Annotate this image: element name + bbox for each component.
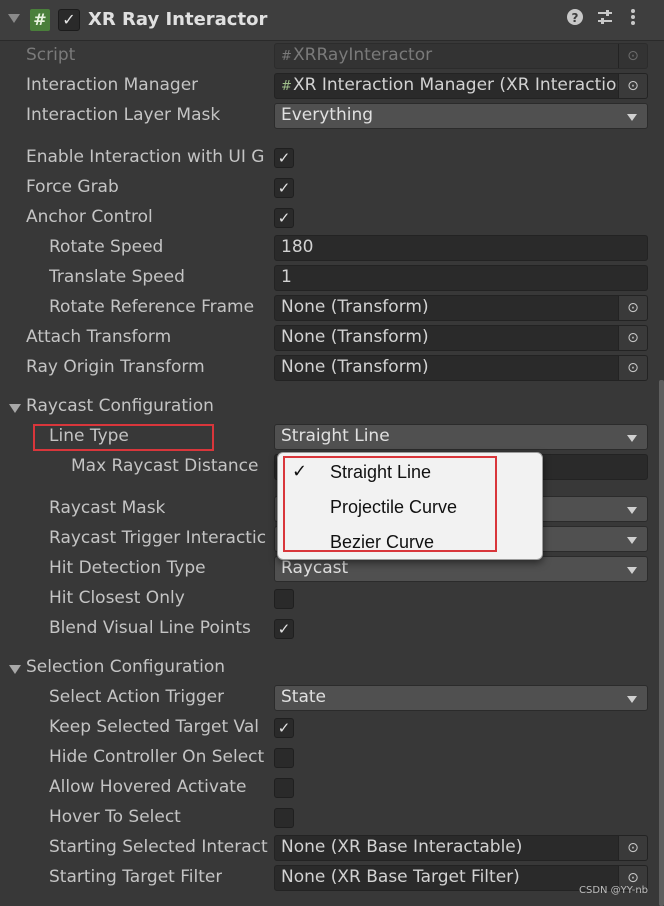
hide-controller-on-select-checkbox[interactable] <box>274 748 294 768</box>
rotate-reference-frame-row: Rotate Reference Frame None (Transform) … <box>0 294 664 324</box>
select-action-trigger-row: Select Action Trigger State <box>0 684 664 714</box>
interaction-manager-row: Interaction Manager #XR Interaction Mana… <box>0 72 664 102</box>
hide-controller-on-select-row: Hide Controller On Select <box>0 744 664 774</box>
hover-to-select-row: Hover To Select <box>0 804 664 834</box>
component-enabled-checkbox[interactable]: ✓ <box>58 9 80 31</box>
more-options-icon[interactable] <box>628 8 638 31</box>
keep-selected-target-valid-row: Keep Selected Target Val ✓ <box>0 714 664 744</box>
component-header: # ✓ XR Ray Interactor ? <box>0 0 664 41</box>
blend-visual-line-points-row: Blend Visual Line Points ✓ <box>0 615 664 645</box>
force-grab-row: Force Grab ✓ <box>0 174 664 204</box>
starting-selected-interactable-row: Starting Selected Interact None (XR Base… <box>0 834 664 864</box>
hit-closest-only-checkbox[interactable] <box>274 589 294 609</box>
object-picker-icon[interactable]: ⊙ <box>618 836 647 860</box>
component-title: XR Ray Interactor <box>88 9 268 30</box>
hit-closest-only-row: Hit Closest Only <box>0 585 664 615</box>
enable-ui-interaction-label: Enable Interaction with UI G <box>26 147 265 167</box>
hover-to-select-label: Hover To Select <box>49 807 181 827</box>
object-picker-icon[interactable]: ⊙ <box>618 296 647 320</box>
raycast-trigger-interaction-label: Raycast Trigger Interactic <box>49 528 267 548</box>
dropdown-arrow-icon <box>627 435 637 442</box>
force-grab-checkbox[interactable]: ✓ <box>274 178 294 198</box>
starting-selected-interactable-field[interactable]: None (XR Base Interactable) ⊙ <box>274 835 648 861</box>
raycast-mask-label: Raycast Mask <box>49 498 166 518</box>
starting-selected-interactable-label: Starting Selected Interact <box>49 837 268 857</box>
help-icon[interactable]: ? <box>566 8 584 31</box>
hover-to-select-checkbox[interactable] <box>274 808 294 828</box>
object-picker-icon: ⊙ <box>618 44 647 68</box>
max-raycast-distance-label: Max Raycast Distance <box>71 456 259 476</box>
starting-target-filter-row: Starting Target Filter None (XR Base Tar… <box>0 864 664 894</box>
object-picker-icon[interactable]: ⊙ <box>618 326 647 350</box>
select-action-trigger-dropdown[interactable]: State <box>274 685 648 711</box>
script-field: #XRRayInteractor ⊙ <box>274 43 648 69</box>
script-object-icon: # <box>281 49 292 64</box>
keep-selected-target-valid-label: Keep Selected Target Val <box>49 717 259 737</box>
svg-text:?: ? <box>572 11 579 25</box>
interaction-manager-field[interactable]: #XR Interaction Manager (XR Interaction … <box>274 73 648 99</box>
inspector-scrollbar[interactable] <box>659 380 664 906</box>
presets-icon[interactable] <box>596 8 614 31</box>
ray-origin-transform-label: Ray Origin Transform <box>26 357 205 377</box>
blend-visual-line-points-checkbox[interactable]: ✓ <box>274 619 294 639</box>
line-type-dropdown[interactable]: Straight Line <box>274 424 648 450</box>
attach-transform-label: Attach Transform <box>26 327 172 347</box>
script-object-icon: # <box>281 79 292 94</box>
anchor-control-checkbox[interactable]: ✓ <box>274 208 294 228</box>
hit-closest-only-label: Hit Closest Only <box>49 588 185 608</box>
force-grab-label: Force Grab <box>26 177 119 197</box>
component-foldout-arrow[interactable] <box>8 14 20 23</box>
select-action-trigger-label: Select Action Trigger <box>49 687 225 707</box>
raycast-configuration-label: Raycast Configuration <box>26 396 214 416</box>
interaction-layer-mask-label: Interaction Layer Mask <box>26 105 221 125</box>
anchor-control-label: Anchor Control <box>26 207 153 227</box>
object-picker-icon[interactable]: ⊙ <box>618 74 647 98</box>
hide-controller-on-select-label: Hide Controller On Select <box>49 747 265 767</box>
attach-transform-field[interactable]: None (Transform) ⊙ <box>274 325 648 351</box>
rotate-reference-frame-field[interactable]: None (Transform) ⊙ <box>274 295 648 321</box>
rotate-speed-row: Rotate Speed 180 <box>0 234 664 264</box>
selection-configuration-label: Selection Configuration <box>26 657 226 677</box>
foldout-arrow-icon[interactable] <box>9 665 21 674</box>
menu-annotation-box <box>283 456 497 552</box>
dropdown-arrow-icon <box>627 696 637 703</box>
dropdown-arrow-icon <box>627 537 637 544</box>
script-icon: # <box>30 9 50 31</box>
enable-ui-interaction-checkbox[interactable]: ✓ <box>274 148 294 168</box>
translate-speed-input[interactable]: 1 <box>274 265 648 291</box>
dropdown-arrow-icon <box>627 507 637 514</box>
enable-ui-interaction-row: Enable Interaction with UI G ✓ <box>0 144 664 174</box>
object-picker-icon[interactable]: ⊙ <box>618 356 647 380</box>
rotate-speed-label: Rotate Speed <box>49 237 164 257</box>
ray-origin-transform-field[interactable]: None (Transform) ⊙ <box>274 355 648 381</box>
translate-speed-row: Translate Speed 1 <box>0 264 664 294</box>
script-row: Script #XRRayInteractor ⊙ <box>0 42 664 72</box>
allow-hovered-activate-checkbox[interactable] <box>274 778 294 798</box>
interaction-layer-mask-row: Interaction Layer Mask Everything <box>0 102 664 132</box>
blend-visual-line-points-label: Blend Visual Line Points <box>49 618 251 638</box>
watermark: CSDN @YY-nb <box>578 885 648 896</box>
dropdown-arrow-icon <box>627 567 637 574</box>
selection-configuration-foldout[interactable]: Selection Configuration <box>0 654 664 684</box>
keep-selected-target-valid-checkbox[interactable]: ✓ <box>274 718 294 738</box>
foldout-arrow-icon[interactable] <box>9 404 21 413</box>
rotate-speed-input[interactable]: 180 <box>274 235 648 261</box>
starting-target-filter-label: Starting Target Filter <box>49 867 223 887</box>
ray-origin-transform-row: Ray Origin Transform None (Transform) ⊙ <box>0 354 664 384</box>
rotate-reference-frame-label: Rotate Reference Frame <box>49 297 255 317</box>
allow-hovered-activate-row: Allow Hovered Activate <box>0 774 664 804</box>
dropdown-arrow-icon <box>627 114 637 121</box>
interaction-layer-mask-dropdown[interactable]: Everything <box>274 103 648 129</box>
attach-transform-row: Attach Transform None (Transform) ⊙ <box>0 324 664 354</box>
raycast-configuration-foldout[interactable]: Raycast Configuration <box>0 393 664 423</box>
hit-detection-type-label: Hit Detection Type <box>49 558 206 578</box>
anchor-control-row: Anchor Control ✓ <box>0 204 664 234</box>
translate-speed-label: Translate Speed <box>49 267 185 287</box>
interaction-manager-label: Interaction Manager <box>26 75 199 95</box>
script-label: Script <box>26 45 76 65</box>
line-type-annotation-box <box>33 424 214 451</box>
allow-hovered-activate-label: Allow Hovered Activate <box>49 777 247 797</box>
